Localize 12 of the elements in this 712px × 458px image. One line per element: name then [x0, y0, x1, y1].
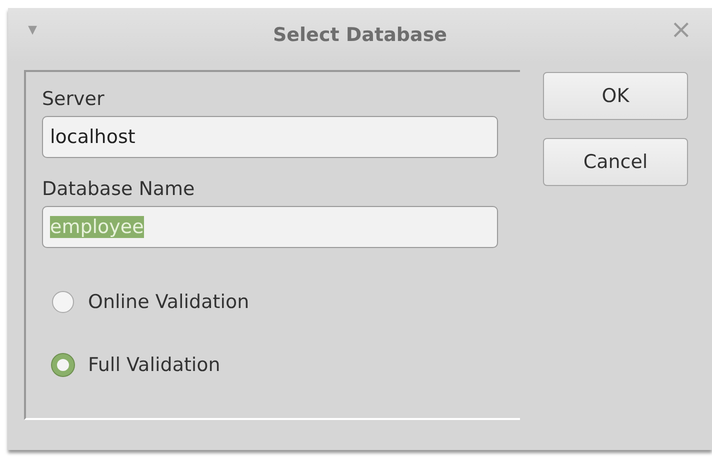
radio-button[interactable] — [52, 354, 74, 376]
field-label: Database Name — [42, 177, 196, 202]
input-field[interactable]: localhost — [42, 116, 498, 158]
dialog-button[interactable]: Cancel — [543, 138, 688, 186]
window-title: Select Database — [272, 24, 448, 46]
field-label: Server — [42, 87, 106, 112]
radio-button[interactable] — [52, 290, 74, 312]
radio-label: Full Validation — [88, 354, 220, 376]
field-value: localhost — [50, 126, 136, 148]
radio-label: Online Validation — [88, 290, 250, 312]
dialog-button[interactable]: OK — [543, 72, 688, 120]
field-value: employee — [50, 216, 144, 238]
